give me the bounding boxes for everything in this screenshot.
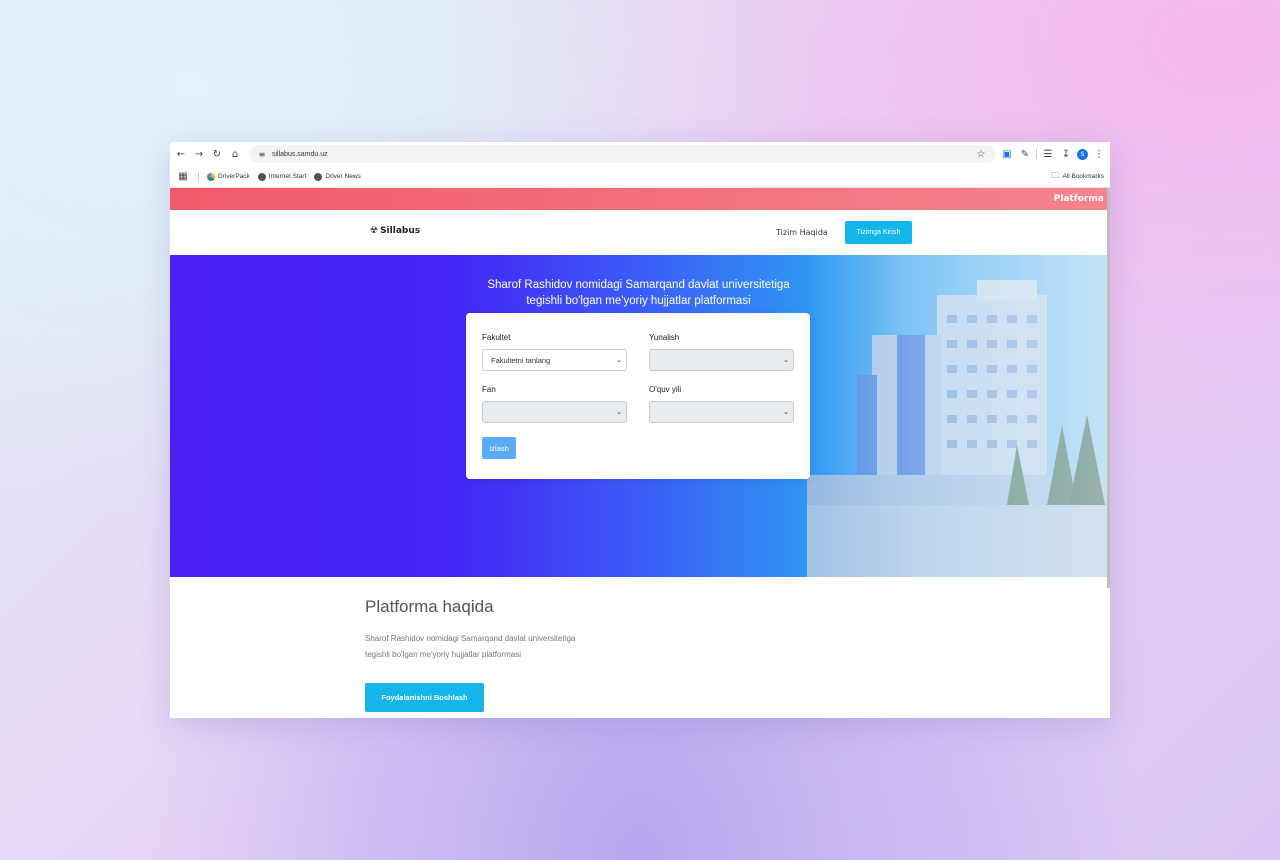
bookmark-label: Internet Start (268, 173, 307, 180)
bookmark-driver-news[interactable]: Driver News (314, 172, 361, 181)
url-text[interactable]: sillabus.samdu.uz (272, 151, 328, 158)
menu-icon[interactable]: ⋮ (1092, 147, 1106, 161)
page-scrollbar[interactable] (1107, 188, 1110, 588)
logo-text: Sillabus (380, 226, 421, 236)
faculty-select-value: Fakultetni tanlang (491, 355, 551, 365)
year-select[interactable]: ⌄ (649, 401, 794, 423)
download-icon[interactable]: ↧ (1059, 147, 1073, 161)
bookmark-label: Driver News (325, 173, 361, 180)
reload-icon[interactable]: ↻ (210, 147, 224, 161)
hero-section: Sharof Rashidov nomidagi Samarqand davla… (170, 255, 1107, 577)
announcement-banner: Platforma test (170, 188, 1107, 210)
globe-icon (257, 172, 266, 181)
home-icon[interactable]: ⌂ (228, 147, 242, 161)
faculty-select[interactable]: Fakultetni tanlang ⌄ (482, 349, 627, 371)
globe-icon (314, 172, 323, 181)
reading-list-icon[interactable]: ☰ (1041, 147, 1055, 161)
direction-select[interactable]: ⌄ (649, 349, 794, 371)
faculty-label: Fakultet (482, 333, 511, 342)
apps-icon[interactable]: ▦ (176, 170, 190, 184)
browser-toolbar: ← → ↻ ⌂ ≡ sillabus.samdu.uz ☆ ▣ ✎ ☰ ↧ S … (170, 142, 1110, 166)
bookmark-internet-start[interactable]: Internet Start (257, 172, 307, 181)
direction-label: Yunalish (649, 333, 680, 342)
web-page: Platforma test ☢ Sillabus Tizim Haqida T… (170, 188, 1107, 718)
direction-field: Yunalish ⌄ (649, 333, 794, 371)
profile-avatar[interactable]: S (1077, 148, 1088, 160)
chevron-down-icon: ⌄ (783, 409, 789, 416)
forward-icon[interactable]: → (192, 147, 206, 161)
extension-icon[interactable]: ▣ (1000, 147, 1014, 161)
bookmarks-bar: ▦ DriverPack Internet Start Driver News … (170, 166, 1110, 188)
site-logo[interactable]: ☢ Sillabus (370, 226, 420, 236)
site-info-icon[interactable]: ≡ (258, 147, 266, 161)
about-text-line: Sharof Rashidov nomidagi Samarqand davla… (365, 634, 576, 643)
bookmark-driverpack[interactable]: DriverPack (207, 172, 250, 181)
faculty-field: Fakultet Fakultetni tanlang ⌄ (482, 333, 627, 371)
subject-label: Fan (482, 385, 496, 394)
chevron-down-icon: ⌄ (616, 357, 622, 364)
start-using-button[interactable]: Foydalanishni Boshlash (365, 683, 484, 712)
about-title: Platforma haqida (365, 597, 494, 616)
puzzle-icon[interactable]: ✎ (1018, 147, 1032, 161)
divider (198, 171, 199, 182)
logo-icon: ☢ (370, 226, 379, 236)
year-field: O'quv yili ⌄ (649, 385, 794, 423)
back-icon[interactable]: ← (174, 147, 188, 161)
address-bar[interactable]: ≡ sillabus.samdu.uz ☆ (250, 145, 996, 163)
folder-icon: 🗀 (1051, 170, 1060, 180)
bookmark-label: DriverPack (218, 173, 250, 180)
driverpack-icon (207, 172, 215, 181)
about-text-line: tegishli bo'lgan me'yoriy hujjatlar plat… (365, 650, 522, 659)
search-form-card: Fakultet Fakultetni tanlang ⌄ Yunalish ⌄… (466, 313, 810, 479)
hero-title-line: tegishli bo'lgan me'yoriy hujjatlar plat… (526, 295, 751, 307)
hero-title-line: Sharof Rashidov nomidagi Samarqand davla… (487, 279, 790, 291)
nav-about-link[interactable]: Tizim Haqida (776, 228, 828, 237)
chevron-down-icon: ⌄ (783, 357, 789, 364)
all-bookmarks[interactable]: 🗀 All Bookmarks (1051, 170, 1104, 184)
about-section: Platforma haqida Sharof Rashidov nomidag… (170, 577, 1107, 718)
browser-window: ← → ↻ ⌂ ≡ sillabus.samdu.uz ☆ ▣ ✎ ☰ ↧ S … (170, 142, 1110, 718)
divider (1036, 149, 1037, 159)
all-bookmarks-label: All Bookmarks (1062, 173, 1104, 180)
site-navbar: ☢ Sillabus Tizim Haqida Tizimga Kirish (170, 210, 1107, 255)
chevron-down-icon: ⌄ (616, 409, 622, 416)
star-icon[interactable]: ☆ (974, 147, 988, 161)
about-description: Sharof Rashidov nomidagi Samarqand davla… (365, 631, 605, 663)
announcement-text: Platforma test (1053, 194, 1107, 204)
login-button[interactable]: Tizimga Kirish (845, 221, 912, 244)
subject-select[interactable]: ⌄ (482, 401, 627, 423)
year-label: O'quv yili (649, 385, 682, 394)
subject-field: Fan ⌄ (482, 385, 627, 423)
search-button[interactable]: Izlash (482, 437, 516, 459)
hero-title: Sharof Rashidov nomidagi Samarqand davla… (170, 277, 1107, 309)
